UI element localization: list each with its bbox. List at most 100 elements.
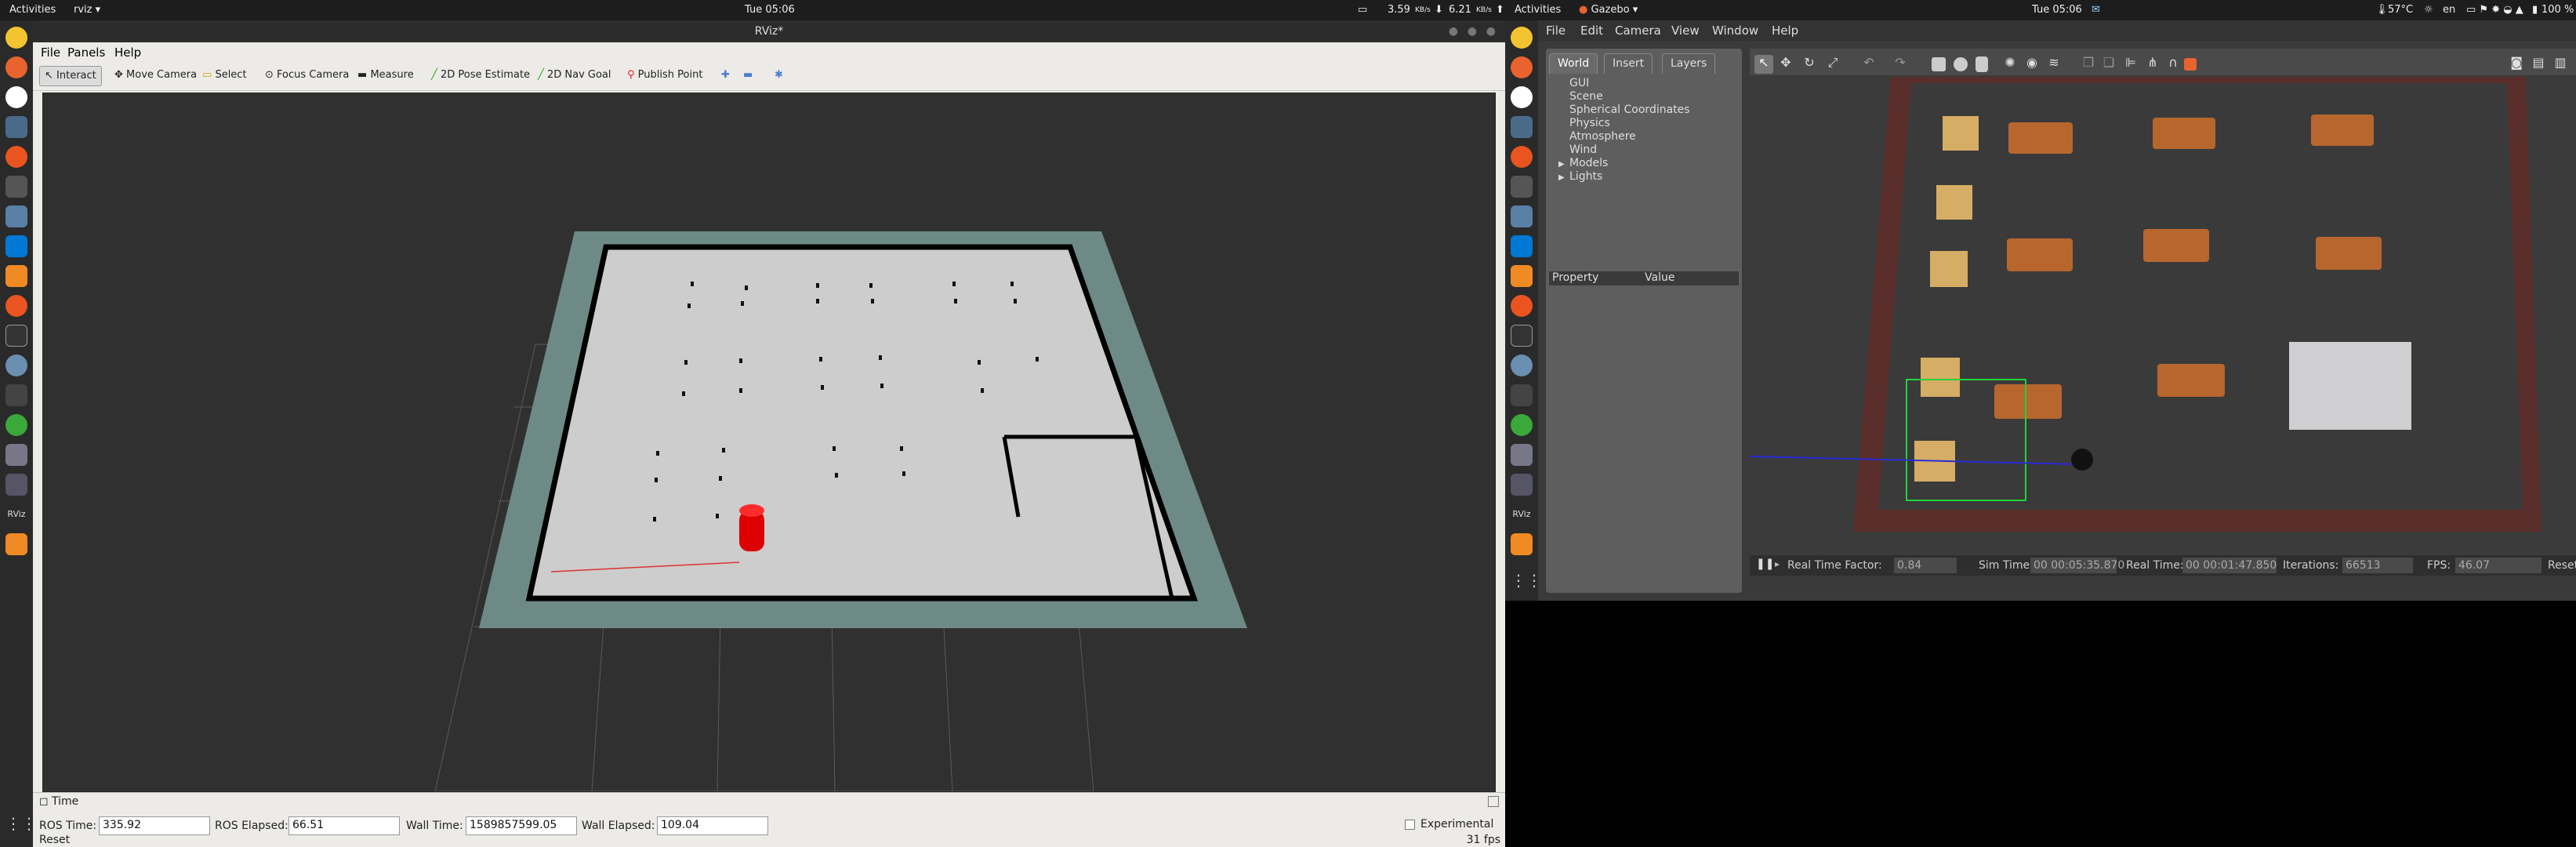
select-orange-icon[interactable] bbox=[2184, 58, 2197, 71]
tree-physics[interactable]: Physics bbox=[1569, 117, 1690, 130]
tool-select[interactable]: ▭ Select bbox=[198, 66, 252, 86]
reset-time-button[interactable]: Reset T bbox=[2548, 559, 2576, 572]
menu-file[interactable]: File bbox=[41, 45, 60, 60]
copy-icon[interactable]: ❐ bbox=[2079, 55, 2098, 74]
gitkraken-icon[interactable] bbox=[5, 265, 27, 287]
tool-move-camera[interactable]: ✥ Move Camera bbox=[110, 66, 201, 86]
help-icon[interactable] bbox=[5, 295, 27, 317]
terminal-icon-2[interactable] bbox=[1511, 325, 1533, 347]
align-icon[interactable]: ⊫ bbox=[2121, 55, 2140, 74]
software-icon[interactable] bbox=[5, 146, 27, 168]
gz-menu-edit[interactable]: Edit bbox=[1580, 24, 1603, 38]
app-grid-icon-2[interactable]: ⋮⋮ bbox=[1511, 569, 1542, 591]
gazebo-icon-2[interactable] bbox=[1511, 474, 1533, 496]
tree-wind[interactable]: Wind bbox=[1569, 144, 1690, 157]
models-expand-icon[interactable]: ▶ bbox=[1558, 160, 1565, 169]
scale-icon[interactable]: ⤢ bbox=[1823, 55, 1842, 74]
cylinder-shape-icon[interactable] bbox=[1976, 56, 1988, 72]
tree-spherical-coordinates[interactable]: Spherical Coordinates bbox=[1569, 104, 1690, 117]
app-grid-icon[interactable]: ⋮⋮ bbox=[5, 812, 37, 834]
rotate-icon[interactable]: ↻ bbox=[1800, 55, 1819, 74]
translate-icon[interactable]: ✥ bbox=[1776, 55, 1795, 74]
time-panel-close-icon[interactable] bbox=[1488, 796, 1499, 807]
clock[interactable]: Tue 05:06 bbox=[745, 4, 795, 16]
ubuntu-icon-2[interactable] bbox=[1511, 27, 1533, 49]
gitkraken-icon-2[interactable] bbox=[1511, 265, 1533, 287]
gz-menu-help[interactable]: Help bbox=[1772, 24, 1798, 38]
experimental-checkbox[interactable] bbox=[1405, 820, 1415, 830]
activities-button[interactable]: Activities bbox=[9, 4, 56, 16]
terminal-icon[interactable] bbox=[5, 325, 27, 347]
status-icon-2[interactable] bbox=[1511, 414, 1533, 436]
minimize-icon[interactable]: ● bbox=[1449, 20, 1458, 42]
help-icon-2[interactable] bbox=[1511, 295, 1533, 317]
tab-layers[interactable]: Layers bbox=[1662, 53, 1716, 74]
ros-elapsed-field[interactable]: 66.51 bbox=[288, 816, 400, 835]
tool-2d-pose-estimate[interactable]: ╱ 2D Pose Estimate bbox=[426, 66, 535, 86]
settings-icon-2[interactable] bbox=[1511, 205, 1533, 227]
gz-menu-camera[interactable]: Camera bbox=[1615, 24, 1661, 38]
language[interactable]: en bbox=[2443, 4, 2455, 16]
camera-icon[interactable] bbox=[5, 354, 27, 376]
ubuntu-icon[interactable] bbox=[5, 27, 27, 49]
undo-icon[interactable]: ↶ bbox=[1859, 55, 1878, 74]
camera-icon-2[interactable] bbox=[1511, 354, 1533, 376]
firefox-icon[interactable] bbox=[5, 56, 27, 78]
ros-time-field[interactable]: 335.92 bbox=[99, 816, 210, 835]
step-icon[interactable]: ▸ bbox=[1775, 558, 1780, 569]
rviz-icon-2[interactable] bbox=[1511, 116, 1533, 138]
chrome-icon-2[interactable] bbox=[1511, 86, 1533, 108]
reset-button[interactable]: Reset bbox=[39, 834, 70, 846]
menu-help[interactable]: Help bbox=[114, 45, 141, 60]
tree-models[interactable]: Models bbox=[1569, 157, 1690, 170]
files-icon[interactable] bbox=[5, 176, 27, 198]
tool-properties-icon[interactable]: ✱ bbox=[770, 66, 788, 86]
select-mode-icon[interactable]: ↖ bbox=[1754, 55, 1773, 74]
rviz-3d-view[interactable] bbox=[42, 93, 1496, 792]
tree-scene[interactable]: Scene bbox=[1569, 90, 1690, 104]
menu-panels[interactable]: Panels bbox=[67, 45, 105, 60]
software-icon-2[interactable] bbox=[1511, 146, 1533, 168]
tree-atmosphere[interactable]: Atmosphere bbox=[1569, 130, 1690, 144]
rviz-icon[interactable] bbox=[5, 116, 27, 138]
tool-measure[interactable]: ▬ Measure bbox=[353, 66, 419, 86]
tab-world[interactable]: World bbox=[1549, 53, 1598, 74]
maximize-icon[interactable]: ● bbox=[1468, 20, 1477, 42]
tree-lights[interactable]: Lights bbox=[1569, 170, 1690, 184]
layers-icon[interactable] bbox=[5, 533, 27, 555]
rviz-app-icon[interactable]: RViz bbox=[5, 503, 27, 525]
firefox-icon-2[interactable] bbox=[1511, 56, 1533, 78]
wall-time-field[interactable]: 1589857599.05 bbox=[466, 816, 577, 835]
gazebo-app-menu[interactable]: ● Gazebo ▾ bbox=[1579, 4, 1638, 16]
calc-icon-2[interactable] bbox=[1511, 384, 1533, 406]
robot-icon-2[interactable] bbox=[1511, 444, 1533, 466]
plot-icon[interactable]: ▥ bbox=[2551, 55, 2570, 74]
dir-light-icon[interactable]: ≋ bbox=[2044, 55, 2063, 74]
paste-icon[interactable]: ❏ bbox=[2099, 55, 2118, 74]
calc-icon[interactable] bbox=[5, 384, 27, 406]
clock-right[interactable]: Tue 05:06 bbox=[2032, 4, 2082, 16]
wall-elapsed-field[interactable]: 109.04 bbox=[657, 816, 768, 835]
gz-menu-window[interactable]: Window bbox=[1712, 24, 1758, 38]
lights-expand-icon[interactable]: ▶ bbox=[1558, 173, 1565, 182]
vscode-icon-2[interactable] bbox=[1511, 235, 1533, 257]
tool-interact[interactable]: ↖ Interact bbox=[39, 66, 102, 86]
files-icon-2[interactable] bbox=[1511, 176, 1533, 198]
box-shape-icon[interactable] bbox=[1932, 57, 1946, 71]
log-icon[interactable]: ▤ bbox=[2529, 55, 2548, 74]
tool-publish-point[interactable]: ⚲ Publish Point bbox=[622, 66, 707, 86]
close-icon[interactable]: ● bbox=[1486, 20, 1496, 42]
sphere-shape-icon[interactable] bbox=[1954, 57, 1968, 71]
vscode-icon[interactable] bbox=[5, 235, 27, 257]
screenshot-icon[interactable]: ◙ bbox=[2507, 55, 2526, 74]
tree-gui[interactable]: GUI bbox=[1569, 77, 1690, 90]
layers-icon-2[interactable] bbox=[1511, 533, 1533, 555]
rviz-app-icon-2[interactable]: RViz bbox=[1511, 503, 1533, 525]
snap-icon[interactable]: ⋔ bbox=[2143, 55, 2162, 74]
app-menu[interactable]: rviz ▾ bbox=[74, 4, 100, 16]
activities-button-right[interactable]: Activities bbox=[1515, 4, 1561, 16]
gazebo-icon[interactable] bbox=[5, 474, 27, 496]
robot-icon[interactable] bbox=[5, 444, 27, 466]
chrome-icon[interactable] bbox=[5, 86, 27, 108]
status-icon[interactable] bbox=[5, 414, 27, 436]
